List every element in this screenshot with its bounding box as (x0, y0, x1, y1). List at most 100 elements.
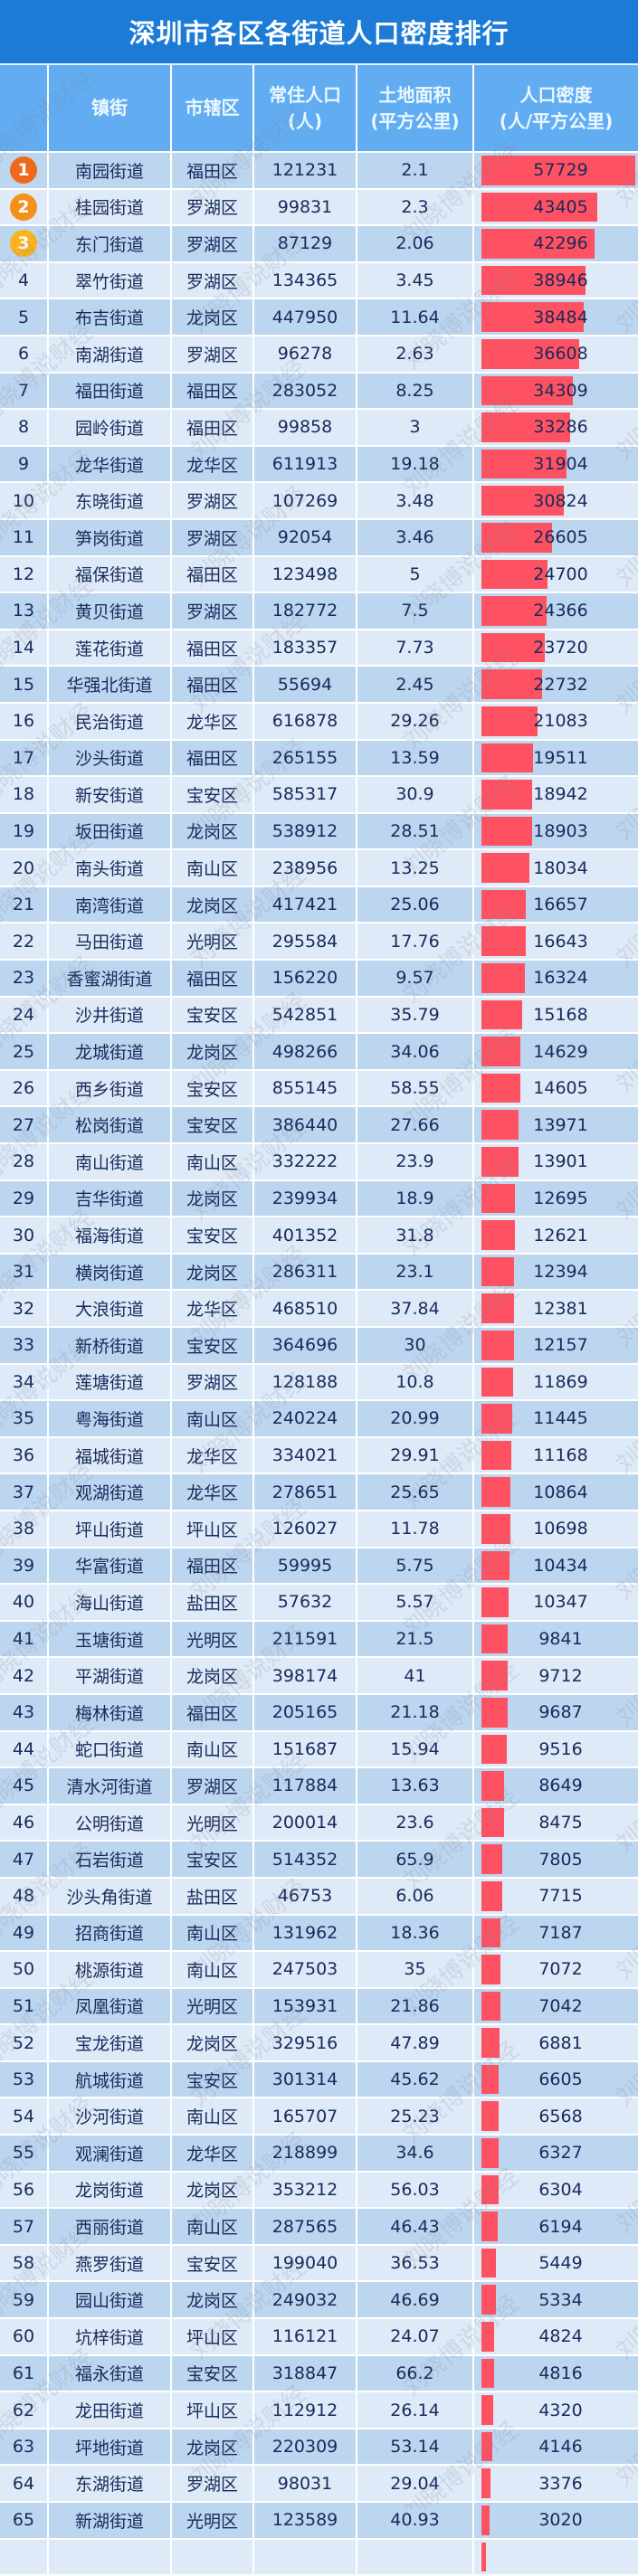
rank-cell: 8 (0, 410, 49, 445)
street-cell: 大浪街道 (49, 1291, 172, 1326)
table-row: 2 桂园街道 罗湖区 99831 2.3 43405 (0, 189, 638, 227)
density-value: 15168 (533, 1004, 588, 1025)
density-value: 16643 (533, 931, 588, 952)
population-cell: 295584 (254, 923, 357, 960)
density-value: 33286 (533, 417, 588, 438)
street-cell: 海山街道 (49, 1585, 172, 1620)
table-row: 16 民治街道 龙华区 616878 29.26 21083 (0, 703, 638, 741)
area-cell: 25.23 (357, 2098, 474, 2135)
density-cell: 9712 (474, 1658, 638, 1693)
rank-cell: 22 (0, 923, 49, 960)
rank-cell: 51 (0, 1988, 49, 2024)
street-cell: 华富街道 (49, 1548, 172, 1584)
density-cell: 8475 (474, 1805, 638, 1841)
rank-cell: 47 (0, 1842, 49, 1877)
district-cell: 龙岗区 (172, 2429, 254, 2465)
table-row: 56 龙岗街道 龙岗区 353212 56.03 6304 (0, 2172, 638, 2210)
density-value: 22732 (533, 674, 588, 695)
density-value: 9841 (538, 1629, 583, 1650)
street-cell: 福城街道 (49, 1437, 172, 1473)
population-cell: 218899 (254, 2136, 357, 2171)
rank-cell: 57 (0, 2209, 49, 2244)
area-cell: 13.25 (357, 850, 474, 886)
density-value: 43405 (533, 196, 588, 217)
area-cell: 23.9 (357, 1144, 474, 1179)
district-cell: 龙岗区 (172, 2172, 254, 2208)
rank-cell: 33 (0, 1328, 49, 1363)
density-cell: 8649 (474, 1768, 638, 1804)
population-cell: 855145 (254, 1070, 357, 1106)
street-cell: 南湖街道 (49, 336, 172, 372)
density-cell: 5449 (474, 2246, 638, 2281)
rank-cell: 1 (0, 153, 49, 188)
district-cell: 宝安区 (172, 2061, 254, 2098)
population-cell: 121231 (254, 153, 357, 188)
street-cell: 香蜜湖街道 (49, 961, 172, 996)
street-cell: 燕罗街道 (49, 2245, 172, 2281)
population-cell: 417421 (254, 886, 357, 923)
table-row: 27 松岗街道 宝安区 386440 27.66 13971 (0, 1107, 638, 1145)
density-value: 4320 (538, 2400, 583, 2420)
empty-cell (357, 2539, 474, 2575)
rank-cell: 60 (0, 2319, 49, 2354)
rank-cell: 49 (0, 1915, 49, 1951)
street-cell: 桃源街道 (49, 1952, 172, 1987)
density-value: 8475 (538, 1813, 583, 1833)
rank-cell: 54 (0, 2098, 49, 2135)
density-value: 4146 (538, 2437, 583, 2458)
district-cell: 盐田区 (172, 1585, 254, 1620)
district-cell: 罗湖区 (172, 593, 254, 629)
rank-cell: 10 (0, 483, 49, 518)
table-row: 41 玉塘街道 光明区 211591 21.5 9841 (0, 1621, 638, 1659)
table-row: 44 蛇口街道 南山区 151687 15.94 9516 (0, 1731, 638, 1769)
rank-cell: 46 (0, 1804, 49, 1841)
density-table: 镇街 市辖区 常住人口 (人) 土地面积 (平方公里) 人口密度 (人/平方公里… (0, 65, 638, 2576)
density-cell: 7715 (474, 1879, 638, 1914)
table-row: 40 海山街道 盐田区 57632 5.57 10347 (0, 1585, 638, 1622)
area-cell: 45.62 (357, 2061, 474, 2098)
street-cell: 园山街道 (49, 2282, 172, 2318)
density-cell: 10347 (474, 1585, 638, 1620)
district-cell: 龙岗区 (172, 299, 254, 335)
area-cell: 37.84 (357, 1291, 474, 1326)
density-cell: 38946 (474, 263, 638, 298)
street-cell: 布吉街道 (49, 299, 172, 335)
density-cell: 21083 (474, 704, 638, 739)
density-cell: 4320 (474, 2392, 638, 2428)
district-cell: 坪山区 (172, 2392, 254, 2428)
street-cell: 玉塘街道 (49, 1621, 172, 1657)
density-cell: 30824 (474, 483, 638, 518)
density-cell: 13901 (474, 1144, 638, 1179)
table-row: 55 观澜街道 龙华区 218899 34.6 6327 (0, 2136, 638, 2173)
district-cell: 光明区 (172, 1621, 254, 1657)
area-cell: 2.1 (357, 153, 474, 188)
table-row-partial (0, 2539, 638, 2576)
header-area-unit: (平方公里) (370, 109, 460, 132)
header-density-label: 人口密度 (519, 83, 593, 106)
district-cell: 龙华区 (172, 446, 254, 482)
empty-cell (254, 2539, 357, 2575)
rank-cell: 48 (0, 1878, 49, 1914)
rank-cell: 61 (0, 2355, 49, 2391)
density-cell: 18903 (474, 814, 638, 849)
density-cell: 9687 (474, 1695, 638, 1730)
density-value: 6605 (538, 2069, 583, 2090)
table-body: 1 南园街道 福田区 121231 2.1 57729 2 桂园街道 罗湖区 99831 2.3 43… (0, 153, 638, 2576)
table-row: 61 福永街道 宝安区 318847 66.2 4816 (0, 2355, 638, 2393)
density-value: 26605 (533, 527, 588, 548)
district-cell: 宝安区 (172, 2355, 254, 2391)
density-cell: 15168 (474, 998, 638, 1033)
header-density-unit: (人/平方公里) (499, 109, 614, 132)
street-cell: 西丽街道 (49, 2209, 172, 2244)
rank-badge-icon: 2 (10, 193, 37, 221)
table-row: 28 南山街道 南山区 332222 23.9 13901 (0, 1144, 638, 1181)
density-cell: 9516 (474, 1732, 638, 1767)
district-cell: 龙华区 (172, 1291, 254, 1326)
table-row: 31 横岗街道 龙岗区 286311 23.1 12394 (0, 1254, 638, 1292)
street-cell: 清水河街道 (49, 1768, 172, 1804)
district-cell: 罗湖区 (172, 519, 254, 555)
area-cell: 58.55 (357, 1070, 474, 1106)
district-cell: 罗湖区 (172, 336, 254, 372)
table-row: 5 布吉街道 龙岗区 447950 11.64 38484 (0, 299, 638, 336)
district-cell: 福田区 (172, 410, 254, 445)
